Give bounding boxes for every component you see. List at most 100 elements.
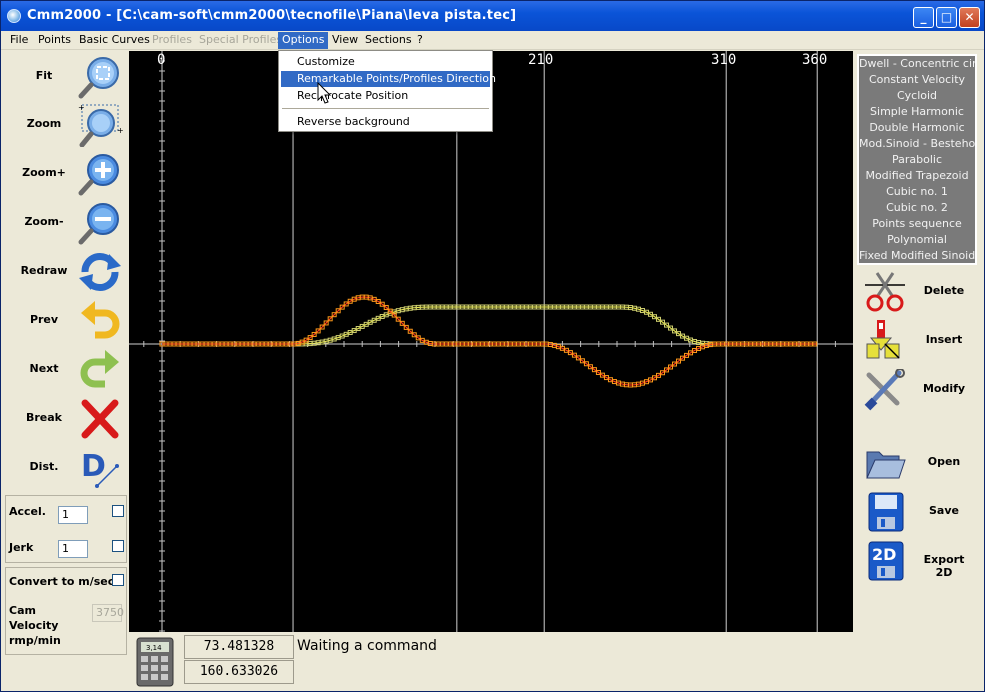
accel-input[interactable]: 1 — [58, 506, 88, 524]
prev-arrow-icon — [81, 301, 120, 339]
modify-button[interactable]: Modify — [859, 367, 983, 413]
zoom-out-icon — [78, 203, 119, 245]
tools-icon — [864, 369, 905, 411]
calculator-display: 3,14 — [146, 644, 162, 652]
convert-label: Convert to m/sec — [9, 575, 115, 588]
curve-type-item[interactable]: Cycloid — [859, 88, 975, 104]
menu-profiles[interactable]: Profiles — [148, 32, 196, 49]
prev-label: Prev — [29, 313, 59, 326]
distance-tool[interactable]: Dist. D — [5, 444, 127, 492]
zoom-label: Zoom — [26, 117, 62, 130]
app-icon — [7, 9, 21, 23]
zoom-in-label: Zoom+ — [22, 166, 66, 179]
x-tick-210: 210 — [528, 52, 554, 68]
cam-velocity-label-1: Cam — [9, 604, 36, 617]
scissors-icon — [865, 272, 905, 312]
zoom-out-label: Zoom- — [24, 215, 64, 228]
modify-label: Modify — [922, 382, 966, 395]
menu-bar: File Points Basic Curves Profiles Specia… — [1, 31, 984, 50]
svg-text:2D: 2D — [872, 545, 896, 564]
menu-separator — [282, 108, 489, 109]
curve-type-item[interactable]: Simple Harmonic — [859, 104, 975, 120]
export-2d-button[interactable]: 2D Export 2D — [859, 538, 983, 584]
insert-button[interactable]: Insert — [859, 318, 983, 364]
accel-checkbox[interactable] — [112, 505, 124, 517]
curve-type-item[interactable]: Dwell - Concentric circle — [859, 56, 975, 72]
curve-type-item[interactable]: Polynomial — [859, 232, 975, 248]
curve-type-item[interactable]: Modified Trapezoid — [859, 168, 975, 184]
zoom-in-icon — [78, 154, 119, 196]
coordinate-x-field: 73.481328 — [184, 635, 294, 659]
menu-file[interactable]: File — [6, 32, 32, 49]
prev-tool[interactable]: Prev — [5, 297, 127, 345]
redraw-tool[interactable]: Redraw — [5, 248, 127, 296]
plot-canvas[interactable]: 0 210 310 360 — [129, 51, 853, 632]
coordinate-y-field: 160.633026 — [184, 660, 294, 684]
menu-view[interactable]: View — [328, 32, 362, 49]
menu-basic-curves[interactable]: Basic Curves — [75, 32, 154, 49]
break-tool[interactable]: Break — [5, 395, 127, 443]
fit-magnifier-icon — [78, 57, 119, 99]
displacement-curve-line — [162, 306, 818, 345]
open-label: Open — [927, 455, 961, 468]
fit-label: Fit — [35, 69, 53, 82]
menu-points[interactable]: Points — [34, 32, 75, 49]
title-bar: Cmm2000 - [C:\cam-soft\cmm2000\tecnofile… — [1, 1, 984, 31]
menu-item-reciprocate-position[interactable]: Reciprocate Position — [281, 88, 490, 104]
next-tool[interactable]: Next — [5, 346, 127, 394]
menu-help[interactable]: ? — [413, 32, 427, 49]
curve-type-item[interactable]: Cubic no. 2 — [859, 200, 975, 216]
maximize-button[interactable]: □ — [936, 7, 957, 28]
window-title: Cmm2000 - [C:\cam-soft\cmm2000\tecnofile… — [27, 8, 517, 23]
left-tool-panel: Fit Zoom + + Zoom+ — [5, 53, 127, 493]
floppy-disk-icon — [868, 492, 904, 532]
menu-item-customize[interactable]: Customize — [281, 54, 490, 70]
curve-type-item[interactable]: Mod.Sinoid - Bestehorn — [859, 136, 975, 152]
convert-checkbox[interactable] — [112, 574, 124, 586]
accel-jerk-box: Accel. 1 Jerk 1 — [5, 495, 127, 563]
curve-type-item[interactable]: Fixed Modified Sinoid — [859, 248, 975, 264]
export-2d-icon: 2D — [868, 541, 904, 581]
zoom-box-magnifier-icon: + + — [78, 103, 123, 147]
zoom-in-tool[interactable]: Zoom+ — [5, 150, 127, 198]
accel-label: Accel. — [9, 505, 46, 518]
curve-type-item[interactable]: Cubic no. 1 — [859, 184, 975, 200]
menu-options[interactable]: Options — [278, 32, 329, 49]
jerk-input[interactable]: 1 — [58, 540, 88, 558]
export-2d-label: Export 2D — [923, 553, 965, 579]
save-label: Save — [929, 504, 959, 517]
delete-button[interactable]: Delete — [859, 269, 983, 315]
status-message: Waiting a command — [297, 638, 437, 654]
zoom-tool[interactable]: Zoom + + — [5, 101, 127, 149]
calculator-icon[interactable]: 3,14 — [136, 637, 174, 687]
menu-item-reverse-background[interactable]: Reverse background — [281, 114, 490, 130]
status-bar: 3,14 73.481328 160.633026 Waiting a comm… — [129, 633, 853, 689]
zoom-out-tool[interactable]: Zoom- — [5, 199, 127, 247]
curve-type-list: Dwell - Concentric circle Constant Veloc… — [857, 54, 977, 265]
close-button[interactable]: ✕ — [959, 7, 980, 28]
curve-type-item[interactable]: Points sequence — [859, 216, 975, 232]
curve-type-item[interactable]: Constant Velocity — [859, 72, 975, 88]
open-button[interactable]: Open — [859, 440, 983, 486]
menu-special-profiles[interactable]: Special Profiles — [195, 32, 286, 49]
curve-type-item[interactable]: Parabolic — [859, 152, 975, 168]
convert-box: Convert to m/sec Cam Velocity rmp/min 37… — [5, 567, 127, 655]
menu-sections[interactable]: Sections — [361, 32, 416, 49]
insert-icon — [866, 320, 900, 359]
x-tick-0: 0 — [157, 52, 166, 68]
folder-open-icon — [866, 451, 906, 479]
cam-velocity-input[interactable]: 3750 — [92, 604, 124, 622]
jerk-checkbox[interactable] — [112, 540, 124, 552]
cam-velocity-label-2: Velocity — [9, 619, 59, 632]
curve-type-item[interactable]: Double Harmonic — [859, 120, 975, 136]
break-label: Break — [25, 411, 62, 424]
options-dropdown: Customize Remarkable Points/Profiles Dir… — [278, 50, 496, 132]
minimize-button[interactable]: _ — [913, 7, 934, 28]
cam-velocity-label-3: rmp/min — [9, 634, 61, 647]
svg-text:D: D — [81, 449, 106, 484]
menu-item-remarkable-points[interactable]: Remarkable Points/Profiles Direction — [281, 71, 496, 87]
save-button[interactable]: Save — [859, 489, 983, 535]
next-label: Next — [29, 362, 59, 375]
fit-tool[interactable]: Fit — [5, 53, 127, 101]
mouse-cursor-icon — [317, 82, 332, 104]
